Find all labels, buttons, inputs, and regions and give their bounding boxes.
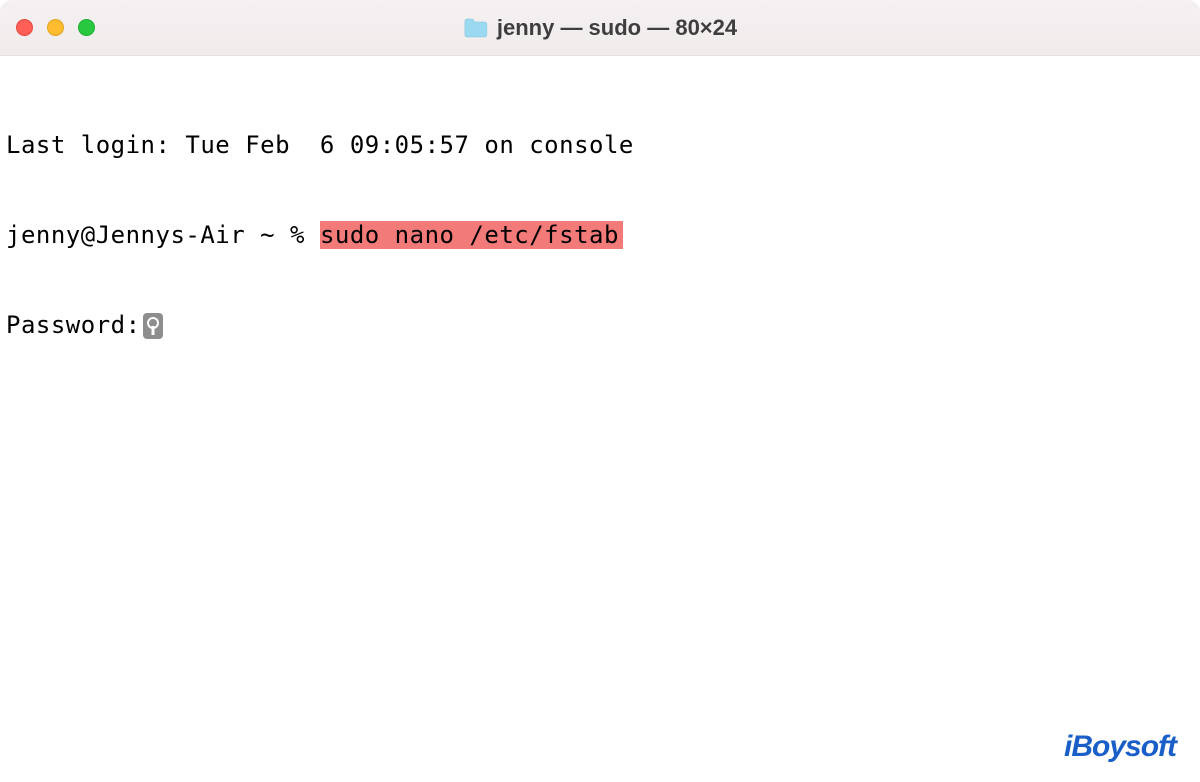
window-title: jenny — sudo — 80×24 <box>463 15 737 41</box>
shell-prompt: jenny@Jennys-Air ~ % <box>6 221 320 249</box>
terminal-content[interactable]: Last login: Tue Feb 6 09:05:57 on consol… <box>0 56 1200 782</box>
minimize-button[interactable] <box>47 19 64 36</box>
close-button[interactable] <box>16 19 33 36</box>
folder-icon <box>463 17 489 39</box>
password-line: Password: <box>6 310 1194 340</box>
last-login-line: Last login: Tue Feb 6 09:05:57 on consol… <box>6 130 1194 160</box>
password-label: Password: <box>6 311 141 339</box>
terminal-window: jenny — sudo — 80×24 Last login: Tue Feb… <box>0 0 1200 782</box>
window-title-text: jenny — sudo — 80×24 <box>497 15 737 41</box>
command-highlight: sudo nano /etc/fstab <box>320 221 623 249</box>
zoom-button[interactable] <box>78 19 95 36</box>
key-icon <box>143 313 163 339</box>
watermark: iBoysoft <box>1064 730 1176 764</box>
traffic-lights <box>16 19 95 36</box>
window-titlebar[interactable]: jenny — sudo — 80×24 <box>0 0 1200 56</box>
command-line: jenny@Jennys-Air ~ % sudo nano /etc/fsta… <box>6 220 1194 250</box>
